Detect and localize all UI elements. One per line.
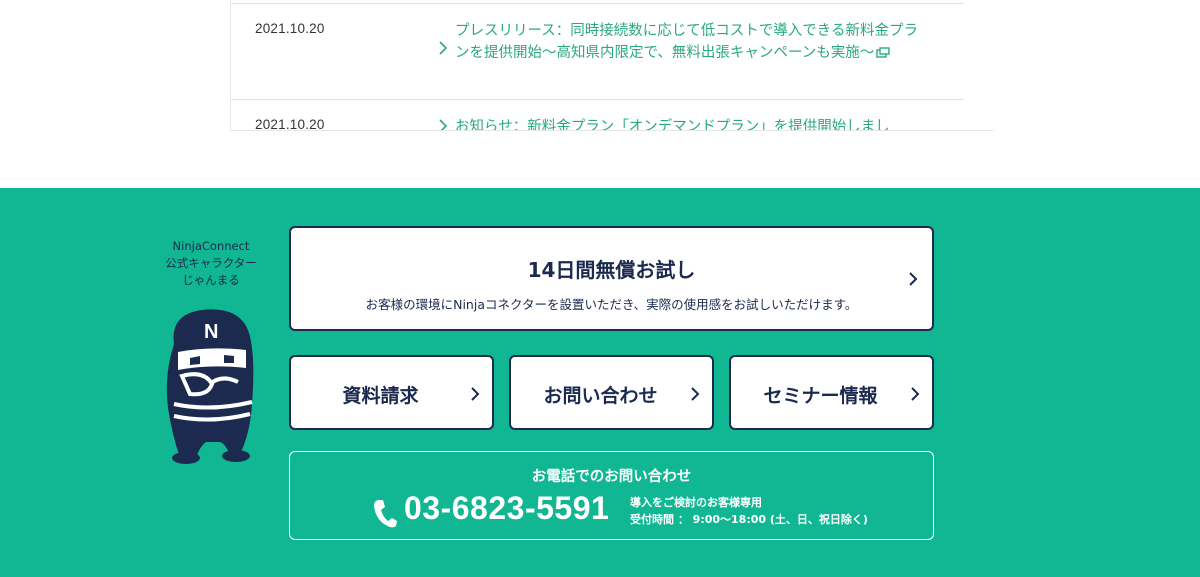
chevron-right-icon <box>439 119 448 130</box>
chevron-right-icon <box>911 387 920 401</box>
phone-icon <box>374 500 397 528</box>
news-link[interactable]: プレスリリース：同時接続数に応じて低コストで導入できる新料金プランを提供開始〜高… <box>455 20 925 64</box>
news-title: お知らせ：新料金プラン「オンデマンドプラン」を提供開始しまし <box>455 119 890 131</box>
mascot-caption-role: 公式キャラクター <box>165 256 257 270</box>
free-trial-description: お客様の環境にNinjaコネクターを設置いただき、実際の使用感をお試しいただけま… <box>365 297 858 312</box>
phone-hours-note: 導入をご検討のお客様専用 受付時間 ： 9:00〜18:00 (土、日、祝日除く… <box>630 494 868 528</box>
news-list: 2021.10.20 プレスリリース：同時接続数に応じて低コストで導入できる新料… <box>230 0 994 131</box>
mascot-caption-name: じゃんまる <box>182 273 240 287</box>
news-link[interactable]: お知らせ：新料金プラン「オンデマンドプラン」を提供開始しまし <box>455 116 925 131</box>
news-date: 2021.10.20 <box>255 117 325 131</box>
phone-contact-box: お電話でのお問い合わせ 03-6823-5591 導入をご検討のお客様専用 受付… <box>289 451 934 540</box>
news-item: 2021.10.20 お知らせ：新料金プラン「オンデマンドプラン」を提供開始しま… <box>231 100 964 131</box>
mascot-caption: NinjaConnect 公式キャラクター じゃんまる <box>148 238 274 289</box>
chevron-right-icon <box>909 272 918 286</box>
phone-contact-title: お電話でのお問い合わせ <box>531 469 692 485</box>
external-link-icon <box>876 47 890 58</box>
request-documents-label: 資料請求 <box>342 385 419 407</box>
free-trial-title: 14日間無償お試し <box>527 258 696 282</box>
news-title: プレスリリース：同時接続数に応じて低コストで導入できる新料金プランを提供開始〜高… <box>455 23 918 61</box>
mascot-caption-brand: NinjaConnect <box>172 239 250 253</box>
chevron-right-icon <box>691 387 700 401</box>
phone-number-link[interactable]: 03-6823-5591 <box>404 490 609 527</box>
phone-note-target: 導入をご検討のお客様専用 <box>630 496 762 509</box>
request-documents-button[interactable]: 資料請求 <box>289 355 494 430</box>
free-trial-button[interactable]: 14日間無償お試し お客様の環境にNinjaコネクターを設置いただき、実際の使用… <box>289 226 934 331</box>
news-item: 2021.10.20 プレスリリース：同時接続数に応じて低コストで導入できる新料… <box>231 3 964 100</box>
seminar-info-button[interactable]: セミナー情報 <box>729 355 934 430</box>
news-date: 2021.10.20 <box>255 21 325 36</box>
phone-note-hours: 受付時間 ： 9:00〜18:00 (土、日、祝日除く) <box>630 513 868 526</box>
seminar-info-label: セミナー情報 <box>763 385 878 407</box>
chevron-right-icon <box>439 41 448 55</box>
contact-button[interactable]: お問い合わせ <box>509 355 714 430</box>
mascot-badge-letter: N <box>204 321 218 343</box>
contact-label: お問い合わせ <box>543 385 658 407</box>
ninja-mascot-illustration: N <box>166 309 254 464</box>
cta-section: NinjaConnect 公式キャラクター じゃんまる N 14日間無償お試し … <box>0 188 1200 577</box>
chevron-right-icon <box>471 387 480 401</box>
